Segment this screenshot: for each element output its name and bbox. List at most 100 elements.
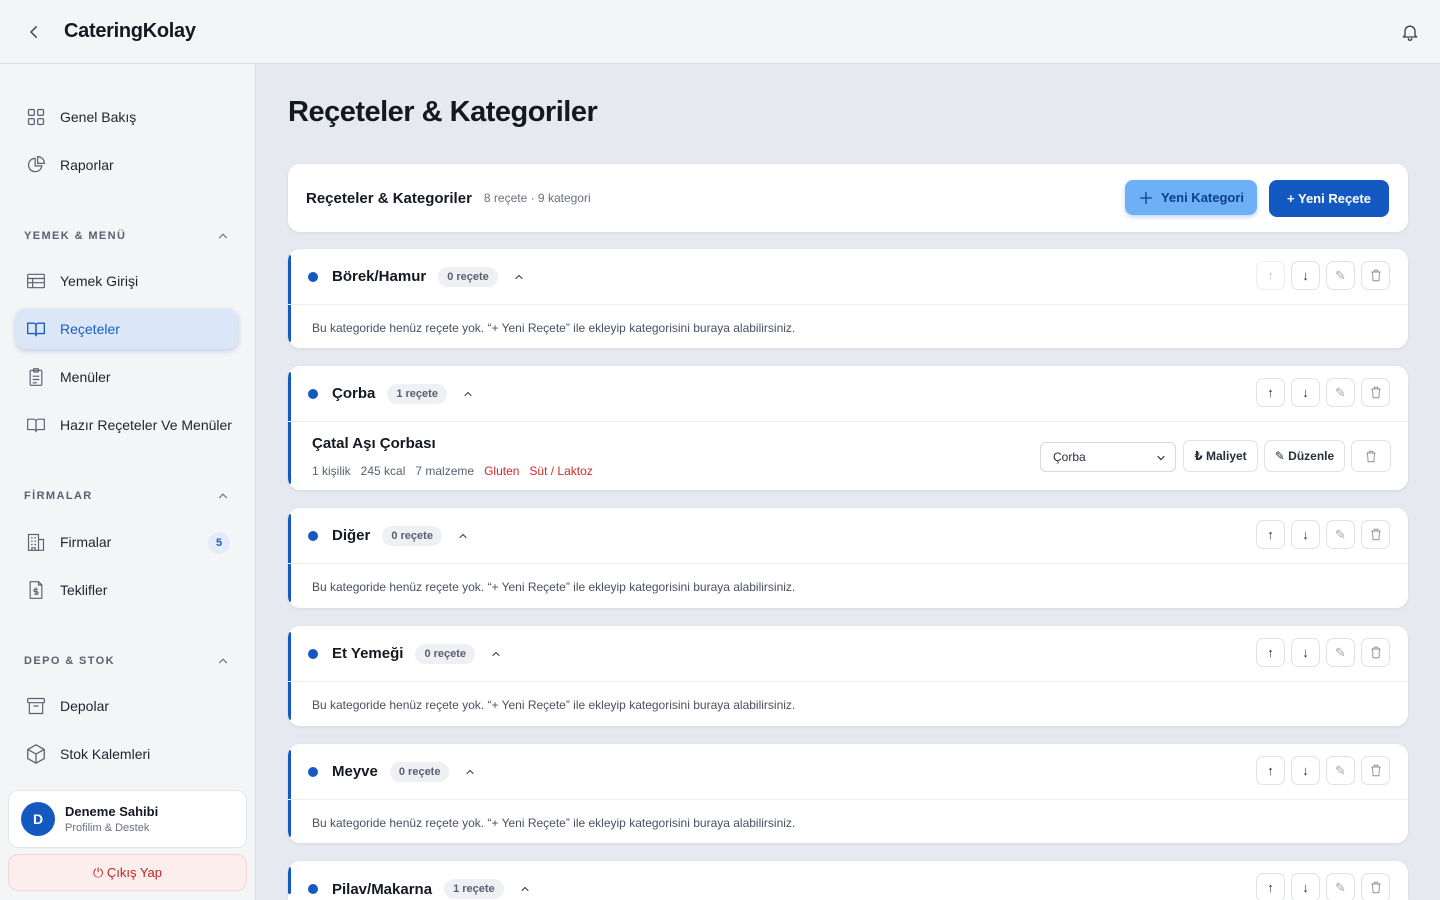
user-info: Deneme Sahibi Profilim & Destek xyxy=(65,804,158,834)
trash-icon xyxy=(1370,528,1381,541)
sidebar: Genel Bakış Raporlar YEMEK & MENÜ Yemek … xyxy=(0,64,256,900)
arrow-down-icon: ↓ xyxy=(1302,385,1309,400)
move-up-button[interactable]: ↑ xyxy=(1256,520,1285,549)
logout-button[interactable]: ⏻ Çıkış Yap xyxy=(8,854,247,891)
new-category-button[interactable]: Yeni Kategori xyxy=(1125,180,1257,215)
move-up-button[interactable]: ↑ xyxy=(1256,873,1285,900)
category-actions: ↑ ↓ ✎ xyxy=(1256,520,1390,549)
section-depo-stok[interactable]: DEPO & STOK xyxy=(24,654,230,668)
move-down-button[interactable]: ↓ xyxy=(1291,756,1320,785)
arrow-up-icon: ↑ xyxy=(1267,385,1274,400)
collapse-toggle[interactable] xyxy=(456,529,470,543)
collapse-toggle[interactable] xyxy=(463,765,477,779)
move-up-button[interactable]: ↑ xyxy=(1256,261,1285,290)
collapse-toggle[interactable] xyxy=(512,270,526,284)
edit-category-button[interactable]: ✎ xyxy=(1326,261,1355,290)
recipe-count-badge: 0 reçete xyxy=(382,525,442,546)
recipe-ingredients: 7 malzeme xyxy=(415,464,475,478)
sidebar-item-firmalar[interactable]: Firmalar 5 xyxy=(16,522,238,562)
delete-category-button[interactable] xyxy=(1361,756,1390,785)
category-actions: ↑ ↓ ✎ xyxy=(1256,638,1390,667)
arrow-up-icon: ↑ xyxy=(1267,763,1274,778)
collapse-toggle[interactable] xyxy=(518,882,532,896)
sidebar-item-label: Reçeteler xyxy=(60,321,120,337)
clipboard-icon xyxy=(24,365,48,389)
sidebar-item-receteler[interactable]: Reçeteler xyxy=(16,309,238,349)
move-up-button[interactable]: ↑ xyxy=(1256,378,1285,407)
sidebar-item-raporlar[interactable]: Raporlar xyxy=(16,145,238,185)
move-down-button[interactable]: ↓ xyxy=(1291,873,1320,900)
pencil-icon: ✎ xyxy=(1335,762,1346,778)
delete-category-button[interactable] xyxy=(1361,261,1390,290)
category-card-meyve: Meyve 0 reçete ↑ ↓ ✎ Bu kategoride henüz… xyxy=(288,744,1408,843)
category-card-pilav-makarna: Pilav/Makarna 1 reçete ↑ ↓ ✎ xyxy=(288,861,1408,900)
move-down-button[interactable]: ↓ xyxy=(1291,520,1320,549)
chevron-down-icon xyxy=(1157,455,1165,461)
arrow-down-icon: ↓ xyxy=(1302,880,1309,895)
empty-category-message: Bu kategoride henüz reçete yok. “+ Yeni … xyxy=(312,816,796,830)
user-profile-card[interactable]: D Deneme Sahibi Profilim & Destek xyxy=(8,790,247,848)
sidebar-item-teklifler[interactable]: Teklifler xyxy=(16,570,238,610)
sidebar-item-depolar[interactable]: Depolar xyxy=(16,686,238,726)
sidebar-item-label: Firmalar xyxy=(60,534,112,550)
delete-category-button[interactable] xyxy=(1361,638,1390,667)
notifications-button[interactable] xyxy=(1394,16,1426,48)
sidebar-item-label: Raporlar xyxy=(60,157,114,173)
category-actions: ↑ ↓ ✎ xyxy=(1256,378,1390,407)
category-dot xyxy=(308,388,318,399)
edit-recipe-button[interactable]: ✎ Düzenle xyxy=(1264,440,1345,472)
sidebar-item-label: Hazır Reçeteler Ve Menüler xyxy=(60,417,232,433)
arrow-up-icon: ↑ xyxy=(1267,268,1274,283)
invoice-icon xyxy=(24,578,48,602)
chevron-up-icon xyxy=(515,274,523,279)
cost-button[interactable]: ₺ Maliyet xyxy=(1183,440,1258,472)
allergen-tag: Gluten xyxy=(484,464,520,478)
arrow-down-icon: ↓ xyxy=(1302,527,1309,542)
category-name: Pilav/Makarna xyxy=(332,880,433,898)
edit-category-button[interactable]: ✎ xyxy=(1326,756,1355,785)
empty-category-message: Bu kategoride henüz reçete yok. “+ Yeni … xyxy=(312,698,796,712)
pencil-icon: ✎ xyxy=(1335,267,1346,283)
delete-category-button[interactable] xyxy=(1361,520,1390,549)
recipe-count-badge: 1 reçete xyxy=(387,383,447,404)
collapse-toggle[interactable] xyxy=(489,647,503,661)
edit-category-button[interactable]: ✎ xyxy=(1326,520,1355,549)
move-down-button[interactable]: ↓ xyxy=(1291,261,1320,290)
new-recipe-button[interactable]: + Yeni Reçete xyxy=(1269,180,1389,217)
category-dot xyxy=(308,884,318,894)
recipe-row: Çatal Aşı Çorbası 1 kişilik 245 kcal 7 m… xyxy=(288,423,1408,490)
category-card-diger: Diğer 0 reçete ↑ ↓ ✎ Bu kategoride henüz… xyxy=(288,508,1408,608)
delete-category-button[interactable] xyxy=(1361,873,1390,900)
sidebar-item-hazir-receteler[interactable]: Hazır Reçeteler Ve Menüler xyxy=(16,405,238,445)
move-down-button[interactable]: ↓ xyxy=(1291,638,1320,667)
move-up-button[interactable]: ↑ xyxy=(1256,756,1285,785)
edit-category-button[interactable]: ✎ xyxy=(1326,873,1355,900)
sidebar-item-menuler[interactable]: Menüler xyxy=(16,357,238,397)
collapse-toggle[interactable] xyxy=(461,387,475,401)
book-open-icon xyxy=(24,317,48,341)
back-button[interactable] xyxy=(16,14,52,50)
trash-icon xyxy=(1370,764,1381,777)
recipe-name[interactable]: Çatal Aşı Çorbası xyxy=(312,435,436,452)
sidebar-item-label: Genel Bakış xyxy=(60,109,137,125)
sidebar-item-genel-bakis[interactable]: Genel Bakış xyxy=(16,97,238,137)
sidebar-item-stok-kalemleri[interactable]: Stok Kalemleri xyxy=(16,734,238,774)
edit-category-button[interactable]: ✎ xyxy=(1326,638,1355,667)
building-icon xyxy=(24,530,48,554)
empty-category-message: Bu kategoride henüz reçete yok. “+ Yeni … xyxy=(312,321,796,335)
trash-icon xyxy=(1366,450,1376,462)
section-yemek-menu[interactable]: YEMEK & MENÜ xyxy=(24,229,230,243)
chevron-up-icon xyxy=(218,493,228,499)
category-card-corba: Çorba 1 reçete ↑ ↓ ✎ Çatal Aşı Çorbası 1… xyxy=(288,366,1408,490)
category-card-borek-hamur: Börek/Hamur 0 reçete ↑ ↓ ✎ Bu kategoride… xyxy=(288,249,1408,348)
move-down-button[interactable]: ↓ xyxy=(1291,378,1320,407)
delete-category-button[interactable] xyxy=(1361,378,1390,407)
edit-category-button[interactable]: ✎ xyxy=(1326,378,1355,407)
delete-recipe-button[interactable] xyxy=(1351,440,1391,472)
recipe-category-select[interactable]: Çorba xyxy=(1040,442,1176,472)
pencil-icon: ✎ xyxy=(1335,879,1346,895)
brand-title: CateringKolay xyxy=(64,20,196,42)
move-up-button[interactable]: ↑ xyxy=(1256,638,1285,667)
sidebar-item-yemek-girisi[interactable]: Yemek Girişi xyxy=(16,261,238,301)
section-firmalar[interactable]: FİRMALAR xyxy=(24,489,230,503)
